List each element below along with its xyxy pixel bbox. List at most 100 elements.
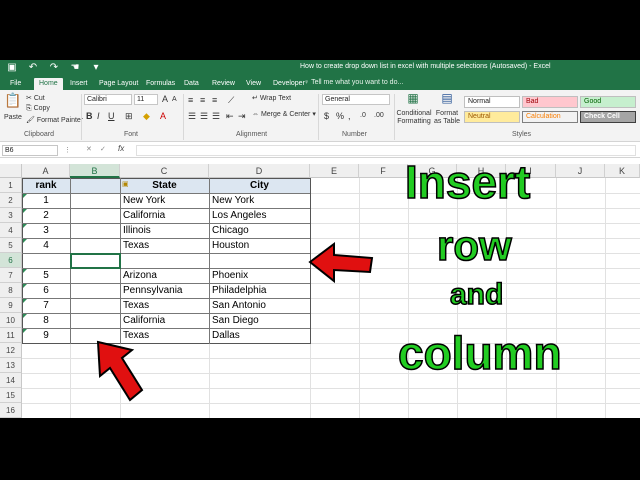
italic-icon[interactable]: I — [97, 110, 100, 122]
tab-home[interactable]: Home — [34, 78, 63, 90]
touch-mode-icon[interactable]: ☚ — [69, 62, 81, 74]
active-cell-b6[interactable] — [70, 253, 121, 269]
font-name-select[interactable]: Calibri — [84, 94, 132, 105]
row-header-16[interactable]: 16 — [0, 403, 22, 418]
cell-city[interactable]: San Antonio — [209, 298, 310, 313]
row-header-12[interactable]: 12 — [0, 343, 22, 358]
row-header-11[interactable]: 11 — [0, 328, 22, 343]
cancel-icon[interactable]: ✕ — [86, 145, 92, 153]
font-size-select[interactable]: 11 — [134, 94, 158, 105]
decrease-indent-icon[interactable]: ⇤ — [226, 110, 234, 122]
align-right-icon[interactable]: ☰ — [212, 110, 220, 122]
orientation-icon[interactable]: ⟋ — [228, 94, 234, 106]
select-all-corner[interactable] — [0, 164, 22, 178]
cell-rank[interactable]: 5 — [22, 268, 70, 283]
tab-data[interactable]: Data — [184, 78, 199, 90]
cell-city[interactable]: San Diego — [209, 313, 310, 328]
column-header-j[interactable]: J — [556, 164, 605, 178]
cell-city[interactable]: Philadelphia — [209, 283, 310, 298]
comma-icon[interactable]: , — [348, 110, 351, 122]
align-middle-icon[interactable]: ≡ — [200, 94, 205, 106]
paste-label[interactable]: Paste — [4, 114, 22, 121]
cell-state[interactable]: Texas — [120, 238, 209, 253]
increase-font-icon[interactable]: A — [162, 93, 168, 105]
row-header-2[interactable]: 2 — [0, 193, 22, 208]
cell-rank[interactable]: 3 — [22, 223, 70, 238]
cell-rank[interactable]: 4 — [22, 238, 70, 253]
conditional-formatting-button[interactable]: Conditional Formatting — [396, 110, 432, 126]
increase-indent-icon[interactable]: ⇥ — [238, 110, 246, 122]
style-calculation[interactable]: Calculation — [522, 111, 578, 123]
format-as-table-button[interactable]: Format as Table — [432, 110, 462, 126]
header-state[interactable]: State — [120, 178, 209, 193]
tab-file[interactable]: File — [10, 78, 21, 90]
copy-button[interactable]: ⎘ Copy — [26, 105, 50, 113]
row-header-5[interactable]: 5 — [0, 238, 22, 253]
paste-options-icon[interactable]: ▣ — [122, 180, 129, 188]
underline-icon[interactable]: U — [108, 110, 115, 122]
cell-city[interactable]: Phoenix — [209, 268, 310, 283]
cut-button[interactable]: ✂ Cut — [26, 94, 45, 102]
cell-state[interactable] — [120, 253, 209, 268]
paste-icon[interactable]: 📋 — [4, 93, 21, 112]
cell-state[interactable]: California — [120, 313, 209, 328]
column-header-c[interactable]: C — [120, 164, 209, 178]
tab-developer[interactable]: Developer — [273, 78, 305, 90]
style-check-cell[interactable]: Check Cell — [580, 111, 636, 123]
conditional-formatting-icon[interactable]: ▦ — [404, 92, 422, 108]
style-normal[interactable]: Normal — [464, 96, 520, 108]
cell-rank[interactable]: 6 — [22, 283, 70, 298]
row-header-1[interactable]: 1 — [0, 178, 22, 193]
row-header-7[interactable]: 7 — [0, 268, 22, 283]
tab-page-layout[interactable]: Page Layout — [99, 78, 138, 90]
format-painter-button[interactable]: 🖌 Format Painter — [26, 116, 83, 124]
name-box[interactable]: B6 — [2, 145, 58, 156]
cell-state[interactable]: Arizona — [120, 268, 209, 283]
column-header-f[interactable]: F — [359, 164, 408, 178]
cell-state[interactable]: Pennsylvania — [120, 283, 209, 298]
row-header-14[interactable]: 14 — [0, 373, 22, 388]
cell-rank[interactable]: 8 — [22, 313, 70, 328]
formula-input[interactable] — [136, 145, 636, 156]
undo-icon[interactable]: ↶ — [27, 62, 39, 74]
cell-rank[interactable] — [22, 253, 70, 268]
style-good[interactable]: Good — [580, 96, 636, 108]
row-header-6[interactable]: 6 — [0, 253, 22, 268]
font-color-icon[interactable]: A — [160, 110, 166, 122]
cell-state[interactable]: Texas — [120, 298, 209, 313]
format-as-table-icon[interactable]: ▤ — [438, 92, 456, 108]
decrease-font-icon[interactable]: A — [172, 94, 177, 106]
cell-rank[interactable]: 2 — [22, 208, 70, 223]
cell-rank[interactable]: 9 — [22, 328, 70, 343]
row-header-8[interactable]: 8 — [0, 283, 22, 298]
redo-icon[interactable]: ↷ — [48, 62, 60, 74]
tab-insert[interactable]: Insert — [70, 78, 88, 90]
cell-city[interactable]: New York — [209, 193, 310, 208]
align-center-icon[interactable]: ☰ — [200, 110, 208, 122]
column-header-a[interactable]: A — [22, 164, 70, 178]
row-header-4[interactable]: 4 — [0, 223, 22, 238]
merge-center-button[interactable]: ⇔ Merge & Center ▾ — [252, 110, 316, 118]
save-icon[interactable]: ▣ — [6, 62, 18, 74]
align-left-icon[interactable]: ☰ — [188, 110, 196, 122]
align-top-icon[interactable]: ≡ — [188, 94, 193, 106]
cell-city[interactable]: Chicago — [209, 223, 310, 238]
row-header-10[interactable]: 10 — [0, 313, 22, 328]
header-city[interactable]: City — [209, 178, 310, 193]
cell-rank[interactable]: 7 — [22, 298, 70, 313]
borders-icon[interactable]: ⊞ — [125, 110, 133, 122]
align-bottom-icon[interactable]: ≡ — [212, 94, 217, 106]
style-neutral[interactable]: Neutral — [464, 111, 520, 123]
tell-me-box[interactable]: ♀ Tell me what you want to do... — [304, 79, 403, 86]
row-header-9[interactable]: 9 — [0, 298, 22, 313]
cell-state[interactable]: New York — [120, 193, 209, 208]
cell-rank[interactable]: 1 — [22, 193, 70, 208]
tab-view[interactable]: View — [246, 78, 261, 90]
column-header-k[interactable]: K — [605, 164, 640, 178]
tab-formulas[interactable]: Formulas — [146, 78, 175, 90]
currency-icon[interactable]: $ — [324, 110, 329, 122]
customize-qat-icon[interactable]: ▾ — [90, 62, 102, 74]
cell-state[interactable]: California — [120, 208, 209, 223]
cell-city[interactable]: Los Angeles — [209, 208, 310, 223]
row-header-13[interactable]: 13 — [0, 358, 22, 373]
